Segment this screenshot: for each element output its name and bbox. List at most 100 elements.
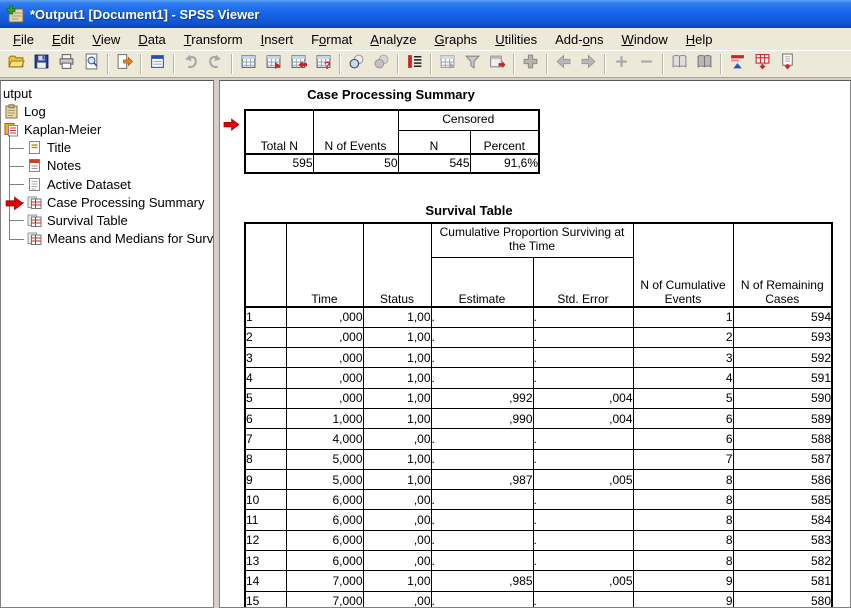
outline-item-utput[interactable]: utput: [1, 84, 213, 102]
survival-table-cell: 4,000: [286, 429, 363, 449]
print-button[interactable]: [54, 52, 79, 76]
current-output-arrow-icon: [223, 118, 240, 132]
insert-heading-icon: [522, 53, 539, 75]
insert-text-button[interactable]: [775, 52, 800, 76]
menu-transform[interactable]: Transform: [175, 30, 252, 49]
print-preview-button[interactable]: [79, 52, 104, 76]
survival-table-title[interactable]: Survival Table: [244, 203, 694, 218]
survival-header-rownum: [245, 223, 286, 307]
insert-date-icon: [489, 53, 506, 75]
menu-utilities[interactable]: Utilities: [486, 30, 546, 49]
insert-heading-button[interactable]: [518, 52, 543, 76]
goto-output-button[interactable]: [435, 52, 460, 76]
use-sets-button[interactable]: ?: [311, 52, 336, 76]
menu-insert[interactable]: Insert: [252, 30, 303, 49]
menu-addons[interactable]: Add-ons: [546, 30, 612, 49]
survival-table-cell: 7: [245, 429, 286, 449]
survival-table-row: 4,0001,00..4591: [245, 368, 832, 388]
output-pane[interactable]: Case Processing Summary Total N N of Eve…: [219, 80, 851, 608]
outline-item-means-and-medians-for-surv[interactable]: Means and Medians for Surv: [1, 230, 213, 248]
promote-button[interactable]: [551, 52, 576, 76]
survival-table-cell: .: [533, 307, 633, 328]
filter-button[interactable]: [460, 52, 485, 76]
menu-edit[interactable]: Edit: [43, 30, 83, 49]
survival-table-cell: ,000: [286, 307, 363, 328]
variables-button[interactable]: [286, 52, 311, 76]
expand-button[interactable]: [609, 52, 634, 76]
survival-table-cell: ,00: [363, 530, 431, 550]
redo-icon: [207, 53, 224, 75]
goto-data-button[interactable]: [236, 52, 261, 76]
survival-table-cell: 10: [245, 490, 286, 510]
case-processing-summary-table[interactable]: Total N N of Events Censored N Percent 5…: [244, 109, 540, 174]
goto-output-icon: [439, 53, 456, 75]
insert-table-button[interactable]: [750, 52, 775, 76]
deselect-items-button[interactable]: [369, 52, 394, 76]
survival-header-cumulative-proportion: Cumulative Proportion Surviving at the T…: [431, 223, 633, 257]
survival-table[interactable]: Time Status Cumulative Proportion Surviv…: [244, 222, 833, 608]
survival-table-cell: ,005: [533, 469, 633, 489]
menu-file[interactable]: File: [4, 30, 43, 49]
goto-case-button[interactable]: [261, 52, 286, 76]
menu-graphs[interactable]: Graphs: [426, 30, 487, 49]
demote-button[interactable]: [576, 52, 601, 76]
hide-button[interactable]: [692, 52, 717, 76]
save-button[interactable]: [29, 52, 54, 76]
survival-table-cell: 8: [633, 551, 733, 571]
outline-item-title[interactable]: Title: [1, 139, 213, 157]
survival-header-std-error: Std. Error: [533, 257, 633, 307]
menu-view[interactable]: View: [83, 30, 129, 49]
collapse-all-button[interactable]: [725, 52, 750, 76]
outline-item-survival-table[interactable]: Survival Table: [1, 211, 213, 229]
survival-table-cell: .: [431, 368, 533, 388]
survival-table-cell: 6: [633, 408, 733, 428]
filter-icon: [464, 53, 481, 75]
survival-table-cell: .: [431, 327, 533, 347]
menu-help[interactable]: Help: [677, 30, 722, 49]
survival-table-cell: 8: [633, 490, 733, 510]
outline-item-case-processing-summary[interactable]: Case Processing Summary: [1, 193, 213, 211]
dialog-recall-button[interactable]: [145, 52, 170, 76]
open-button[interactable]: [4, 52, 29, 76]
outline-item-notes[interactable]: Notes: [1, 157, 213, 175]
survival-table-cell: .: [431, 429, 533, 449]
survival-table-cell: 581: [733, 571, 832, 591]
cps-value-censored-percent: 91,6%: [470, 154, 539, 173]
expand-icon: [613, 53, 630, 75]
outline-item-log[interactable]: Log: [1, 102, 213, 120]
outline-item-kaplan-meier[interactable]: Kaplan-Meier: [1, 120, 213, 138]
survival-table-cell: 1,00: [363, 327, 431, 347]
survival-table-cell: 7,000: [286, 571, 363, 591]
survival-table-cell: 591: [733, 368, 832, 388]
collapse-button[interactable]: [634, 52, 659, 76]
menu-format[interactable]: Format: [302, 30, 361, 49]
toolbar-separator: [604, 54, 606, 74]
survival-table-cell: 587: [733, 449, 832, 469]
case-processing-summary-title[interactable]: Case Processing Summary: [244, 87, 538, 102]
outline-tree: utputLogKaplan-MeierTitleNotesActive Dat…: [1, 81, 213, 248]
survival-table-cell: 6,000: [286, 530, 363, 550]
survival-table-cell: 1,00: [363, 388, 431, 408]
show-button[interactable]: [667, 52, 692, 76]
select-items-button[interactable]: [344, 52, 369, 76]
insert-date-button[interactable]: [485, 52, 510, 76]
redo-button[interactable]: [203, 52, 228, 76]
outline-item-active-dataset[interactable]: Active Dataset: [1, 175, 213, 193]
menu-window[interactable]: Window: [613, 30, 677, 49]
menu-data[interactable]: Data: [129, 30, 174, 49]
survival-table-cell: ,00: [363, 551, 431, 571]
export-button[interactable]: [112, 52, 137, 76]
menu-analyze[interactable]: Analyze: [361, 30, 425, 49]
outline-pane[interactable]: utputLogKaplan-MeierTitleNotesActive Dat…: [0, 80, 214, 608]
survival-table-cell: 1: [245, 307, 286, 328]
toolbar: ?: [0, 51, 851, 78]
show-icon: [671, 53, 688, 75]
run-script-button[interactable]: [402, 52, 427, 76]
survival-table-row: 147,0001,00,985,0059581: [245, 571, 832, 591]
spss-output-window-icon[interactable]: [6, 5, 25, 24]
survival-table-row: 5,0001,00,992,0045590: [245, 388, 832, 408]
run-script-icon: [406, 53, 423, 75]
survival-table-row: 74,000,00..6588: [245, 429, 832, 449]
toolbar-separator: [231, 54, 233, 74]
undo-button[interactable]: [178, 52, 203, 76]
